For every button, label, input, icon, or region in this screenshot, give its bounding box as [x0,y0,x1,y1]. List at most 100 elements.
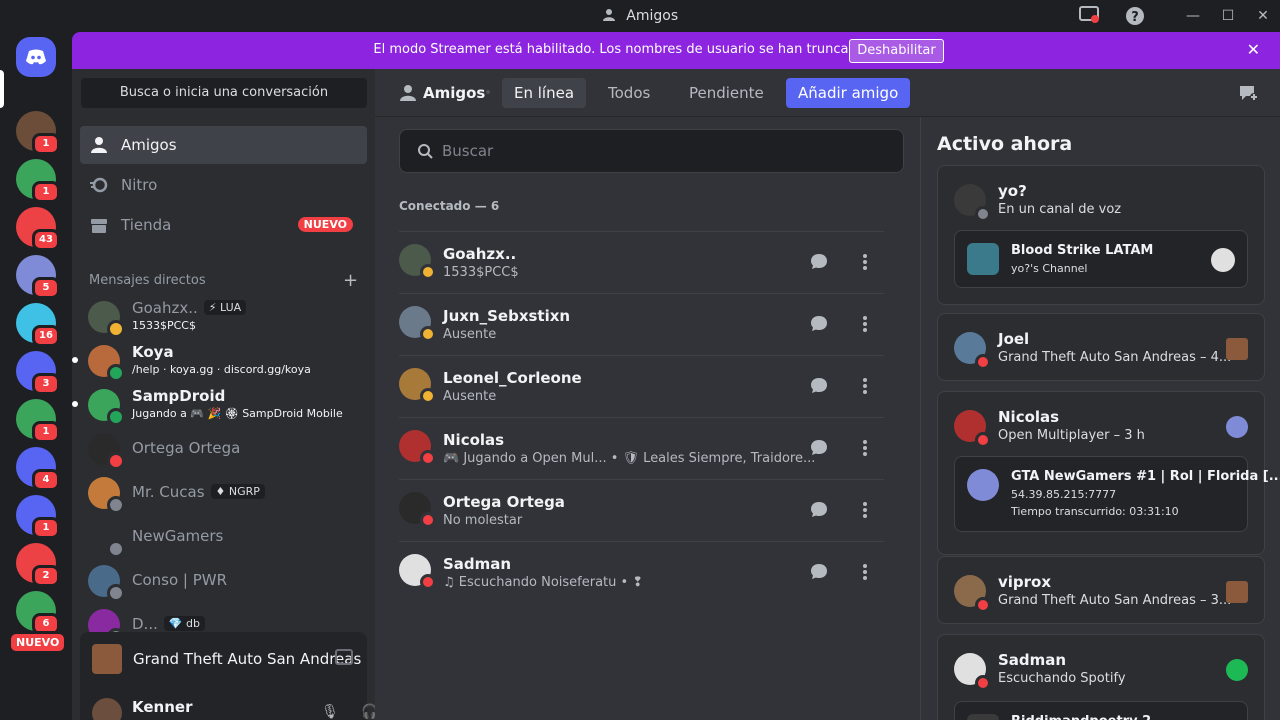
friend-row[interactable]: Leonel_Corleone Ausente [399,355,884,417]
active-now-panel: Activo ahora yo? En un canal de voz Blood … [920,117,1280,720]
active-card[interactable]: Joel Grand Theft Auto San Andreas – 4... [937,313,1265,381]
status-indicator [107,496,125,514]
search-icon [418,144,433,159]
avatar[interactable] [92,698,122,720]
active-card[interactable]: Nicolas Open Multiplayer – 3 h GTA NewGame… [937,391,1280,555]
server-icon[interactable]: 4 [16,447,60,491]
divider [486,90,490,94]
svg-text:?: ? [1131,10,1139,25]
minimize-icon[interactable]: — [1182,6,1204,26]
server-icon[interactable]: 6 [16,591,60,635]
server-icon[interactable]: 43 [16,207,60,251]
status-indicator [107,408,125,426]
nav-friends[interactable]: Amigos [80,126,367,164]
status-indicator [107,320,125,338]
dm-item[interactable]: NewGamers [80,515,367,559]
dm-item[interactable]: Mr. Cucas ♦ NGRP [80,471,367,515]
status-indicator [107,452,125,470]
disable-streamer-button[interactable]: Deshabilitar [849,39,944,63]
more-options-icon[interactable] [859,252,871,272]
server-icon[interactable]: 2 [16,543,60,587]
home-button[interactable] [16,37,56,77]
status-indicator [420,512,436,528]
maximize-icon[interactable]: ☐ [1217,6,1239,26]
message-icon[interactable] [809,314,829,334]
game-icon [92,644,122,674]
server-icon[interactable]: 1 [16,111,60,155]
dm-item[interactable]: Conso | PWR [80,559,367,603]
message-icon[interactable] [809,562,829,582]
activity-detail[interactable]: Riddimandpoetry 2 [954,701,1248,720]
window-title: Amigos [626,8,679,24]
friend-row[interactable]: Sadman ♫ Escuchando Noiseferatu • ❢ [399,541,884,603]
more-options-icon[interactable] [859,314,871,334]
nav-shop[interactable]: Tienda NUEVO [80,206,367,244]
active-card[interactable]: yo? En un canal de voz Blood Strike LATAM y… [937,165,1265,305]
tab-online[interactable]: En línea [502,78,587,108]
activity-icon [967,243,999,275]
message-icon[interactable] [809,438,829,458]
server-icon[interactable]: 3 [16,351,60,395]
tab-all[interactable]: Todos [596,78,662,108]
more-options-icon[interactable] [859,500,871,520]
dm-name-text: Goahzx.. [132,299,198,317]
message-icon[interactable] [809,376,829,396]
more-options-icon[interactable] [859,438,871,458]
server-icon[interactable]: 5 [16,255,60,299]
dm-name: Koya [132,343,174,361]
stream-icon[interactable] [335,649,353,665]
nav-nitro[interactable]: Nitro [80,166,367,204]
server-icon[interactable]: 1 [16,399,60,443]
conversation-search-button[interactable]: Busca o inicia una conversación [81,78,367,108]
active-user-name: Nicolas [998,408,1060,426]
help-icon[interactable]: ? [1124,6,1146,26]
create-dm-icon[interactable]: + [343,270,358,291]
activity-detail[interactable]: Blood Strike LATAM yo?'s Channel [954,230,1248,288]
friends-icon [602,9,615,21]
status-indicator [420,388,436,404]
server-icon[interactable]: 1 [16,159,60,203]
active-card[interactable]: Sadman Escuchando Spotify Riddimandpoetry … [937,634,1265,720]
dm-name-text: NewGamers [132,527,224,545]
add-friend-button[interactable]: Añadir amigo [786,78,911,108]
more-options-icon[interactable] [859,376,871,396]
dm-subtext: 1533$PCC$ [132,319,196,332]
new-group-dm-icon[interactable] [1238,84,1258,102]
close-banner-icon[interactable]: ✕ [1247,40,1260,59]
server-icon[interactable]: 1 [16,495,60,539]
server-tag: ♦ NGRP [210,484,265,499]
active-user-status: En un canal de voz [998,202,1122,217]
status-indicator [975,206,991,222]
server-icon[interactable]: 16 [16,303,60,347]
dm-item[interactable]: Koya/help · koya.gg · discord.gg/koya [72,339,367,383]
activity-detail[interactable]: GTA NewGamers #1 | Rol | Florida [... 54.… [954,456,1280,532]
more-options-icon[interactable] [859,562,871,582]
screen-share-icon[interactable] [1078,6,1100,26]
tab-pending[interactable]: Pendiente [677,78,776,108]
friend-row[interactable]: Goahzx.. 1533$PCC$ [399,231,884,293]
status-indicator [975,432,991,448]
friend-name: Ortega Ortega [443,493,565,511]
server-tag: ⚡ LUA [203,300,247,315]
avatar [1211,248,1235,272]
mention-badge: 3 [32,373,60,395]
friend-row[interactable]: Nicolas 🎮 Jugando a Open Mul... • 🛡 Leale… [399,417,884,479]
active-card[interactable]: viprox Grand Theft Auto San Andreas – 3..… [937,556,1265,624]
microphone-icon[interactable]: 🎙 [320,704,340,720]
friends-search-input[interactable]: Buscar [399,129,904,173]
status-indicator [420,326,436,342]
activity-title: GTA NewGamers #1 | Rol | Florida [... [1011,469,1280,484]
message-icon[interactable] [809,500,829,520]
dm-section-header: Mensajes directos [89,273,206,288]
close-window-icon[interactable]: ✕ [1252,6,1274,26]
message-icon[interactable] [809,252,829,272]
activity-line: 54.39.85.215:7777 [1011,488,1117,501]
friend-row[interactable]: Juxn_Sebxstixn Ausente [399,293,884,355]
dm-item[interactable]: Goahzx.. ⚡ LUA 1533$PCC$ [80,295,367,339]
dm-item[interactable]: Ortega Ortega [80,427,367,471]
dm-item[interactable]: SampDroid Jugando a 🎮 🎉 🏵 SampDroid Mobil… [72,383,367,427]
friend-row[interactable]: Ortega Ortega No molestar [399,479,884,541]
banner-text: El modo Streamer está habilitado. Los no… [373,42,869,57]
mention-badge: 5 [32,277,60,299]
streamer-mode-banner: El modo Streamer está habilitado. Los no… [72,32,1280,69]
